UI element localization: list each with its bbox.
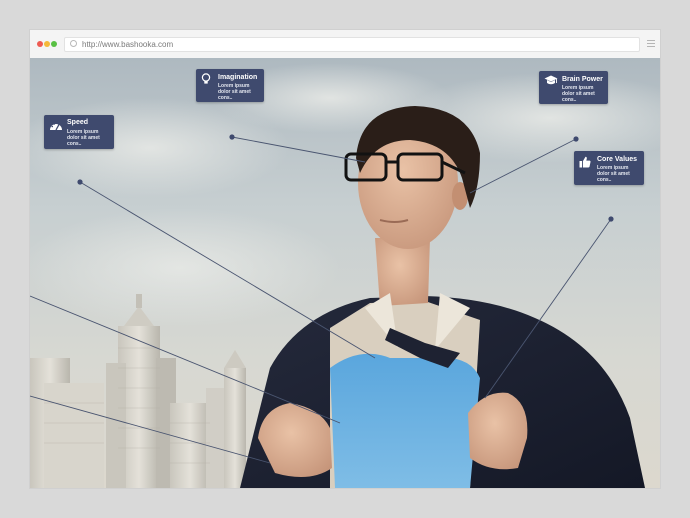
browser-titlebar: http://www.bashooka.com: [30, 30, 660, 59]
lightbulb-icon: [201, 73, 211, 84]
callout-title: Speed: [67, 119, 89, 126]
maximize-dot[interactable]: [51, 41, 57, 47]
callout-brain-power[interactable]: Brain Power Lorem ipsum dolor sit amet c…: [539, 71, 608, 104]
hamburger-menu-icon[interactable]: [647, 40, 655, 48]
callout-title: Imagination: [218, 74, 258, 81]
callout-body-line: cons..: [218, 95, 233, 101]
hero-illustration: [30, 58, 660, 488]
callout-body-line: cons..: [562, 97, 577, 103]
graduation-cap-icon: [544, 75, 558, 85]
speedometer-icon: [50, 123, 62, 131]
callout-speed[interactable]: Speed Lorem ipsum dolor sit amet cons..: [44, 115, 114, 149]
callout-imagination[interactable]: Imagination Lorem ipsum dolor sit amet c…: [196, 69, 264, 102]
callout-body-line: cons..: [67, 141, 82, 147]
minimize-dot[interactable]: [44, 41, 50, 47]
url-text: http://www.bashooka.com: [82, 40, 174, 49]
callout-title: Brain Power: [562, 76, 603, 83]
callout-body-line: cons..: [597, 177, 612, 183]
hero-image: Imagination Lorem ipsum dolor sit amet c…: [30, 58, 660, 488]
address-bar[interactable]: http://www.bashooka.com: [64, 37, 640, 52]
browser-window: http://www.bashooka.com Imagination Lore…: [30, 30, 660, 488]
callout-title: Core Values: [597, 156, 638, 163]
thumbs-up-icon: [579, 156, 591, 168]
search-icon: [70, 40, 77, 47]
callout-core-values[interactable]: Core Values Lorem ipsum dolor sit amet c…: [574, 151, 644, 185]
close-dot[interactable]: [37, 41, 43, 47]
